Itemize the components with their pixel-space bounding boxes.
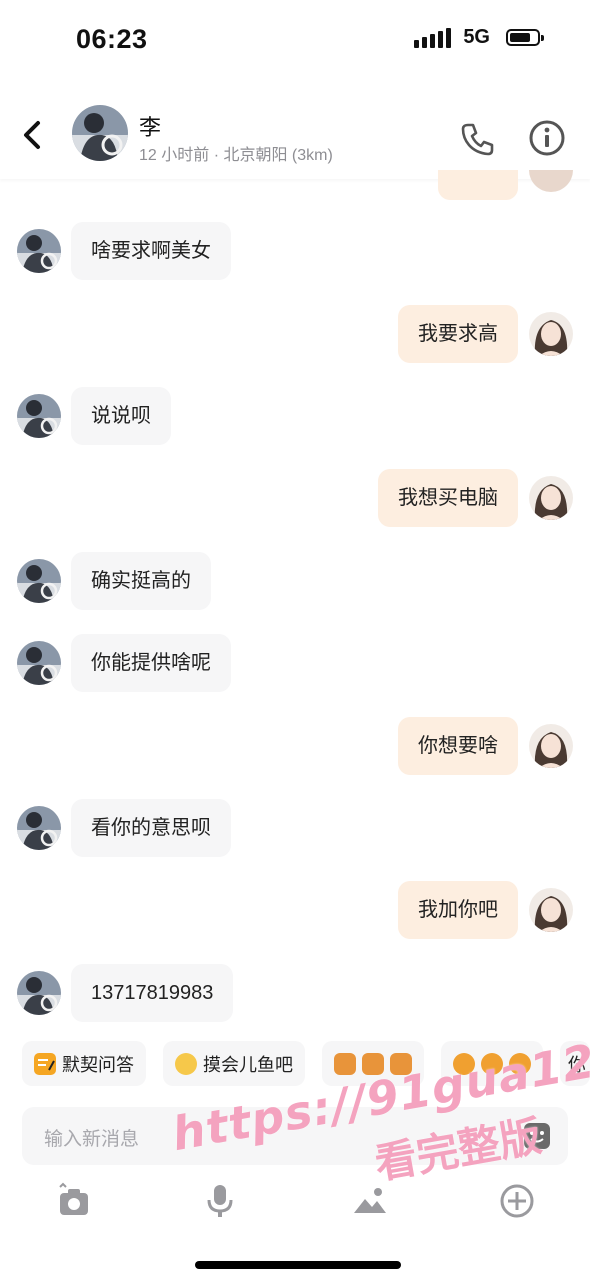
incoming-message[interactable]: 13717819983	[71, 964, 234, 1022]
home-indicator	[195, 1261, 401, 1269]
contact-avatar[interactable]	[17, 559, 61, 603]
back-button[interactable]	[18, 117, 46, 153]
previous-outgoing-bubble	[438, 170, 518, 200]
self-avatar[interactable]	[529, 312, 573, 356]
outgoing-message[interactable]: 你想要啥	[398, 717, 518, 775]
status-time: 06:23	[76, 24, 148, 54]
self-avatar[interactable]	[529, 724, 573, 768]
battery-icon	[506, 29, 544, 46]
info-button[interactable]	[528, 119, 566, 157]
fish-emoji-icon	[175, 1052, 197, 1075]
camera-icon	[59, 1182, 88, 1215]
previous-self-avatar	[529, 170, 573, 192]
chat-header: 李 12 小时前 · 北京朝阳 (3km)	[0, 95, 590, 179]
message-input[interactable]: 输入新消息	[44, 1124, 139, 1151]
sticker-icon	[334, 1052, 356, 1075]
signal-icon	[414, 27, 452, 48]
contact-avatar[interactable]	[17, 806, 61, 850]
quick-reply-fish[interactable]: 摸会儿鱼吧	[163, 1041, 305, 1086]
info-icon	[529, 120, 565, 156]
contact-avatar[interactable]	[17, 229, 61, 273]
outgoing-message[interactable]: 我想买电脑	[378, 469, 518, 527]
contact-avatar[interactable]	[17, 971, 61, 1015]
outgoing-message[interactable]: 我加你吧	[398, 881, 518, 939]
quiz-icon	[34, 1052, 56, 1075]
self-avatar[interactable]	[529, 888, 573, 932]
quick-reply-label: 默契问答	[62, 1054, 134, 1075]
more-button[interactable]	[497, 1181, 537, 1221]
incoming-message[interactable]: 你能提供啥呢	[71, 634, 231, 692]
contact-name: 李	[139, 115, 162, 140]
chevron-left-icon	[24, 121, 40, 149]
plus-circle-icon	[500, 1184, 534, 1218]
phone-icon	[461, 123, 494, 156]
camera-button[interactable]	[54, 1181, 94, 1221]
status-indicators: 5G	[414, 26, 544, 49]
call-button[interactable]	[460, 121, 496, 157]
contact-avatar[interactable]	[72, 105, 128, 161]
contact-status: 12 小时前 · 北京朝阳 (3km)	[139, 147, 333, 164]
self-avatar[interactable]	[529, 476, 573, 520]
network-type: 5G	[463, 26, 490, 48]
incoming-message[interactable]: 说说呗	[71, 387, 171, 445]
quick-reply-quiz[interactable]: 默契问答	[22, 1041, 146, 1086]
incoming-message[interactable]: 啥要求啊美女	[71, 222, 231, 280]
incoming-message[interactable]: 看你的意思呗	[71, 799, 231, 857]
incoming-message[interactable]: 确实挺高的	[71, 552, 211, 610]
contact-avatar[interactable]	[17, 641, 61, 685]
contact-avatar[interactable]	[17, 394, 61, 438]
quick-reply-label: 摸会儿鱼吧	[203, 1054, 293, 1075]
outgoing-message[interactable]: 我要求高	[398, 305, 518, 363]
